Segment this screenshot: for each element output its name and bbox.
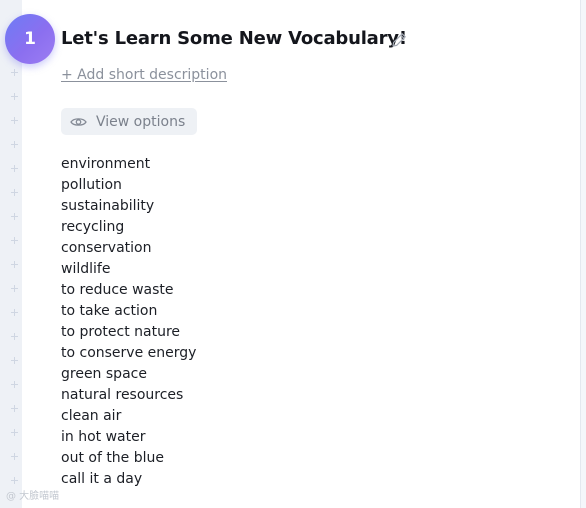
view-options-label: View options [96, 113, 186, 130]
vocabulary-item: pollution [61, 177, 122, 193]
gutter-plus-mark [11, 93, 18, 100]
right-edge [581, 0, 586, 508]
vocabulary-item: call it a day [61, 471, 143, 487]
vocabulary-item: to reduce waste [61, 282, 174, 298]
pencil-icon[interactable] [391, 32, 407, 48]
gutter-plus-mark [11, 213, 18, 220]
gutter-plus-mark [11, 261, 18, 268]
view-options-button[interactable]: View options [61, 108, 197, 135]
eye-icon [70, 116, 87, 128]
gutter-plus-mark [11, 117, 18, 124]
vocabulary-item: clean air [61, 408, 122, 424]
vocabulary-item: wildlife [61, 261, 111, 277]
vocabulary-item: to conserve energy [61, 345, 197, 361]
gutter-plus-mark [11, 69, 18, 76]
vocabulary-item: environment [61, 156, 151, 172]
vocabulary-item: conservation [61, 240, 152, 256]
gutter-plus-mark [11, 429, 18, 436]
gutter-plus-mark [11, 357, 18, 364]
gutter-plus-mark [11, 141, 18, 148]
gutter-plus-mark [11, 477, 18, 484]
gutter-plus-mark [11, 453, 18, 460]
vocabulary-item: to protect nature [61, 324, 181, 340]
vocabulary-item: green space [61, 366, 147, 382]
section-number-badge: 1 [5, 14, 55, 64]
vocabulary-item: to take action [61, 303, 158, 319]
gutter-plus-mark [11, 237, 18, 244]
gutter-plus-mark [11, 309, 18, 316]
left-gutter [0, 0, 22, 508]
gutter-plus-mark [11, 165, 18, 172]
page: 1 Let's Learn Some New Vocabulary! + Add… [0, 0, 586, 508]
gutter-plus-mark [11, 405, 18, 412]
gutter-plus-mark [11, 381, 18, 388]
gutter-plus-mark [11, 189, 18, 196]
section-title[interactable]: Let's Learn Some New Vocabulary! [61, 28, 407, 49]
vocabulary-item: natural resources [61, 387, 184, 403]
gutter-plus-mark [11, 333, 18, 340]
watermark: @ 大臉喵喵 [6, 491, 60, 502]
vocabulary-item: in hot water [61, 429, 146, 445]
vocabulary-item: sustainability [61, 198, 155, 214]
vocabulary-list: environment pollution sustainability rec… [61, 154, 196, 490]
gutter-plus-mark [11, 285, 18, 292]
add-description-link[interactable]: + Add short description [61, 67, 227, 83]
vocabulary-item: recycling [61, 219, 125, 235]
vocabulary-item: out of the blue [61, 450, 165, 466]
